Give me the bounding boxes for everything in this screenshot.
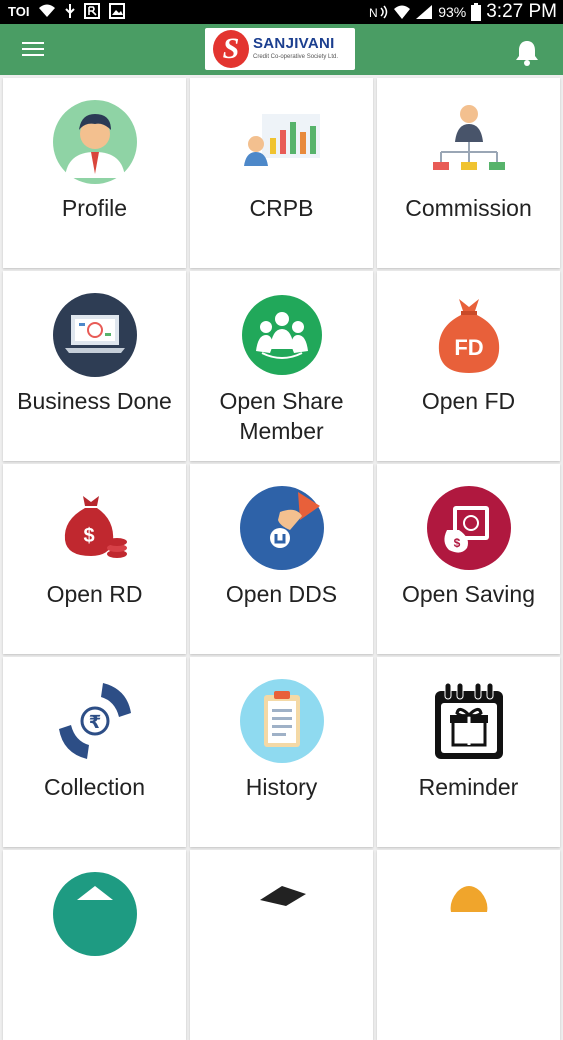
tile-label: Open RD [46, 581, 143, 607]
tile-label: Open Share Member [219, 388, 344, 444]
cell-signal-icon [416, 5, 433, 19]
menu-icon[interactable] [22, 42, 44, 58]
crpb-chart-icon [243, 114, 320, 166]
brand-name: SANJIVANI [253, 35, 335, 52]
cash-icon [259, 886, 306, 906]
tile-label: Collection [44, 774, 145, 800]
tile-history[interactable]: History [190, 657, 373, 847]
image-icon [109, 3, 126, 19]
svg-text:$: $ [453, 536, 460, 550]
notification-bell-icon[interactable] [513, 38, 541, 66]
svg-text:$: $ [83, 525, 94, 547]
clock: 3:27 PM [486, 1, 557, 22]
calendar-gift-icon [434, 682, 503, 759]
carrier-label: TOI [8, 3, 30, 19]
commission-icon [432, 105, 505, 170]
tile-business-done[interactable]: Business Done [3, 271, 186, 461]
laptop-icon [52, 293, 137, 377]
safe-icon: $ [426, 486, 511, 570]
tile-label: CRPB [249, 195, 314, 221]
tile-row5-2[interactable] [190, 850, 373, 1040]
group-icon [241, 295, 322, 375]
app-bar: S SANJIVANI Credit Co-operative Society … [0, 24, 563, 75]
brand-subtitle: Credit Co-operative Society Ltd. [253, 54, 339, 60]
svg-text:FD: FD [454, 335, 483, 360]
tile-open-share-member[interactable]: Open Share Member [190, 271, 373, 461]
gold-bag-icon [450, 886, 487, 912]
tile-label: Open Saving [402, 581, 535, 607]
profile-icon [52, 100, 137, 184]
tile-collection[interactable]: ₹ Collection [3, 657, 186, 847]
tile-reminder[interactable]: Reminder [377, 657, 560, 847]
home-icon [52, 872, 137, 956]
tile-row5-1[interactable] [3, 850, 186, 1040]
money-bag-icon: $ [64, 496, 127, 558]
tile-crpb[interactable]: CRPB [190, 78, 373, 268]
tile-open-rd[interactable]: $ Open RD [3, 464, 186, 654]
svg-text:₹: ₹ [88, 712, 101, 733]
brand-logo: S SANJIVANI Credit Co-operative Society … [205, 28, 355, 70]
tile-label: Open DDS [225, 581, 338, 607]
tile-label: Reminder [418, 774, 519, 800]
tile-open-dds[interactable]: Open DDS [190, 464, 373, 654]
usb-icon [65, 4, 76, 18]
tile-row5-3[interactable] [377, 850, 560, 1040]
rupee-hands-icon: ₹ [58, 683, 131, 759]
tile-profile[interactable]: Profile [3, 78, 186, 268]
tile-label: Open FD [421, 388, 516, 414]
logo-mark: S [213, 30, 249, 68]
tile-label: Business Done [17, 388, 172, 414]
fd-bag-icon: FD [438, 299, 499, 373]
svg-text:N: N [369, 6, 378, 19]
tile-label: History [245, 774, 318, 800]
nfc-icon: N [369, 5, 388, 19]
wifi-icon [394, 5, 411, 19]
tile-label: Commission [405, 195, 532, 221]
prescription-icon [84, 3, 101, 19]
tile-open-fd[interactable]: FD Open FD [377, 271, 560, 461]
coin-hand-icon [239, 486, 324, 570]
wifi-signal-icon [39, 4, 56, 17]
tile-commission[interactable]: Commission [377, 78, 560, 268]
clipboard-icon [239, 679, 324, 763]
status-bar: TOI N 93% 3:27 PM [0, 0, 563, 24]
battery-percent: 93% [438, 4, 467, 20]
battery-icon [471, 3, 482, 21]
tile-label: Profile [61, 195, 128, 221]
tile-open-saving[interactable]: $ Open Saving [377, 464, 560, 654]
